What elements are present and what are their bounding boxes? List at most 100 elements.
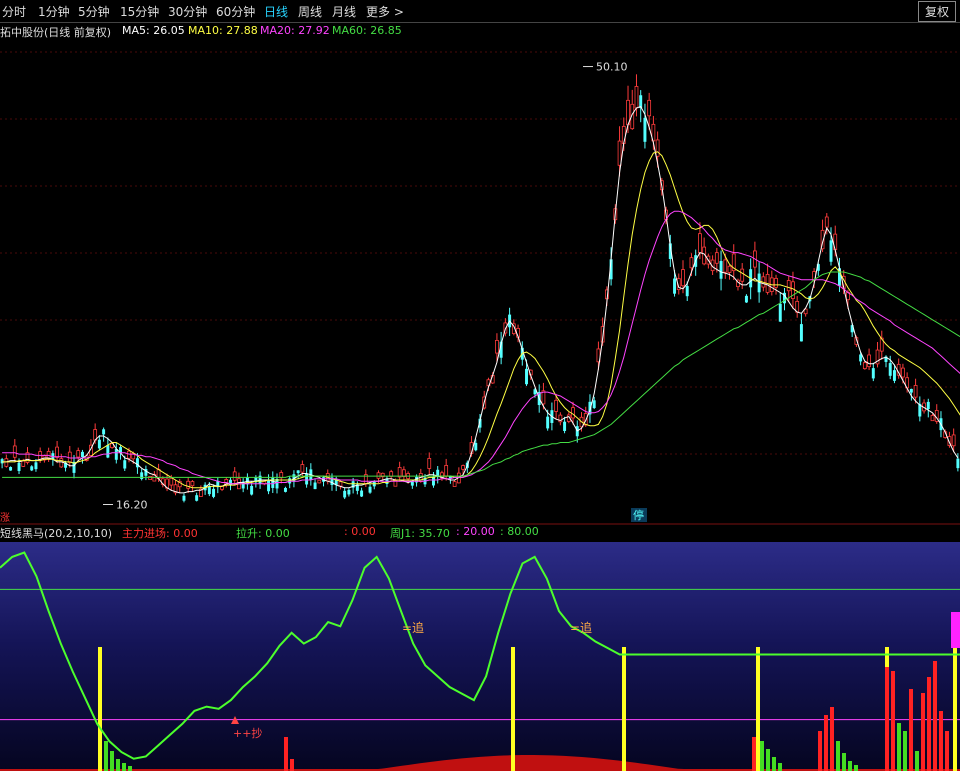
v20-value: : 20.00 [456,525,495,538]
candle-body [224,479,229,486]
candle-body [283,487,287,492]
candle-body [330,477,334,485]
candle-body [901,367,905,378]
candle-body [639,95,643,109]
colon-value: : 0.00 [344,525,376,538]
period-tab-8[interactable]: 月线 [332,3,356,20]
period-tab-9[interactable]: 更多 > [366,3,404,20]
candle-body [918,403,922,417]
period-tab-5[interactable]: 60分钟 [216,3,255,20]
candle-body [609,259,613,280]
candle-body [566,414,571,422]
candle-body [884,356,888,362]
period-tab-3[interactable]: 15分钟 [120,3,159,20]
candle-body [744,295,748,303]
candle-body [415,476,419,483]
candle-body [452,481,457,487]
candle-body [55,446,59,458]
candle-body [368,486,372,493]
candle-body [528,369,533,376]
period-tab-4[interactable]: 30分钟 [168,3,207,20]
candle-body [867,354,871,368]
green-bar-11 [848,761,852,771]
chao-arrow-icon [231,716,239,724]
candle-body [583,413,588,426]
candle-body [106,445,110,458]
candle-body [596,348,601,363]
candle-body [812,271,816,281]
period-tab-7[interactable]: 周线 [298,3,322,20]
fuquan-button[interactable]: 复权 [917,1,956,22]
candle-body [292,474,296,482]
candle-body [51,453,55,460]
candle-body [783,292,786,304]
candle-body [372,481,376,487]
period-tab-0[interactable]: 分时 [2,3,26,20]
ma-line-ma60 [2,271,960,478]
green-bar-8 [778,763,782,771]
candle-body [541,390,546,405]
green-bar-10 [842,753,846,771]
red-bar-8 [909,689,913,771]
candles-group [0,74,960,503]
red-bar-2 [752,737,756,771]
candle-body [401,469,406,477]
candle-body [829,240,833,262]
candle-body [305,473,309,485]
period-tab-6[interactable]: 日线 [264,3,288,20]
candle-body [351,481,355,488]
candle-body [571,407,575,419]
candle-body [376,472,381,479]
candle-body [791,281,795,299]
candle-body [824,216,829,228]
candle-body [165,478,169,489]
green-bar-15 [903,731,907,771]
candle-body [389,471,394,477]
green-bar-18 [933,713,937,771]
candle-body [871,368,875,379]
ma20-value: MA20: 27.92 [260,24,330,37]
candle-body [913,385,918,398]
green-bar-3 [122,763,126,771]
candle-body [393,480,398,487]
candle-body [731,253,736,272]
candle-body [516,328,520,338]
red-bar-10 [927,677,931,771]
candle-body [664,209,668,220]
candle-body [643,117,647,142]
ma5-value: MA5: 26.05 [122,24,185,37]
candle-body [21,460,26,467]
candle-body [922,402,926,412]
candle-body [123,460,127,469]
candle-body [347,489,351,495]
candle-body [67,451,72,463]
candle-body [749,269,753,288]
candle-body [525,368,528,385]
candle-body [119,447,123,454]
signal-bar-4 [885,647,889,771]
corner-tag: 涨 [0,512,10,524]
candle-body [220,485,224,490]
red-bar-13 [945,731,949,771]
candle-body [12,445,17,458]
stop-badge: 停 [633,508,644,522]
period-tab-1[interactable]: 1分钟 [38,3,70,20]
candle-body [803,308,808,315]
period-tab-2[interactable]: 5分钟 [78,3,110,20]
candle-body [892,370,896,381]
candle-body [80,451,84,457]
candle-body [406,473,410,480]
candle-body [786,280,791,292]
v80-value: : 80.00 [500,525,539,538]
candle-body [558,414,563,423]
signal-bar-0 [98,647,102,771]
signal-bar-5 [953,647,957,771]
indicator-title: 短线黑马(20,2,10,10) [0,527,113,540]
candle-body [592,400,596,409]
candle-body [380,472,385,478]
candle-body [934,410,939,422]
candle-body [237,478,241,490]
candle-body [702,246,707,265]
green-bar-16 [909,741,913,771]
candle-body [626,99,630,126]
